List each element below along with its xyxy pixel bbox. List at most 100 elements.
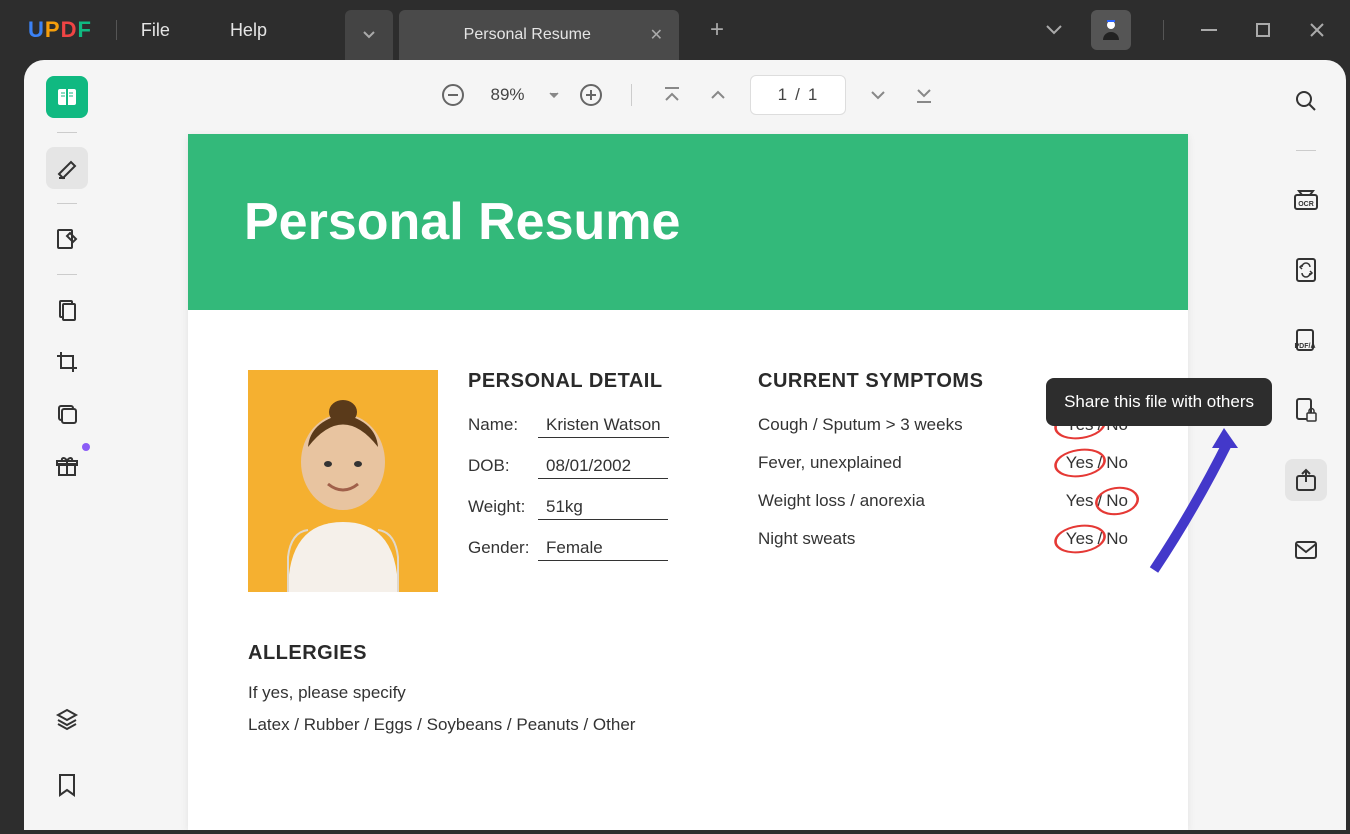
symptom-text: Cough / Sputum > 3 weeks [758,415,963,435]
search-button[interactable] [1285,80,1327,122]
personal-details: PERSONAL DETAIL Name: Kristen Watson DOB… [468,370,698,592]
doc-title: Personal Resume [244,192,680,252]
symptom-text: Weight loss / anorexia [758,491,925,511]
chevron-down-icon [549,92,559,98]
maximize-icon [1256,23,1270,37]
chevron-down-icon [869,89,887,101]
highlight-tool-button[interactable] [46,147,88,189]
yes-option[interactable]: Yes [1066,453,1094,473]
bookmark-button[interactable] [46,764,88,806]
user-avatar[interactable] [1091,10,1131,50]
avatar-icon [1099,18,1123,42]
left-sidebar [24,60,110,830]
ocr-icon: OCR [1293,189,1319,211]
reader-mode-button[interactable] [46,76,88,118]
protect-button[interactable] [1285,389,1327,431]
email-button[interactable] [1285,529,1327,571]
share-tooltip: Share this file with others [1046,378,1272,426]
window-minimize-button[interactable] [1196,17,1222,43]
allergies-heading: ALLERGIES [248,642,1128,665]
last-page-icon [915,86,933,104]
chevron-up-icon [709,89,727,101]
pdf-page: Personal Resume [188,134,1188,830]
separator [57,274,77,275]
no-option[interactable]: No [1106,529,1128,549]
menu-file[interactable]: File [141,20,170,41]
pen-paper-icon [55,227,79,251]
name-field[interactable]: Kristen Watson [538,415,669,438]
symptom-line: Weight loss / anorexiaYes / No [758,491,1128,511]
separator [57,132,77,133]
yes-option[interactable]: Yes [1066,529,1094,549]
symptom-line: Night sweats Yes / No [758,529,1128,549]
organize-pages-button[interactable] [46,289,88,331]
dob-field[interactable]: 08/01/2002 [538,456,668,479]
tab-close-button[interactable]: ✕ [650,25,663,45]
chevron-down-icon [1045,24,1063,36]
pdfa-button[interactable]: PDF/A [1285,319,1327,361]
watermark-button[interactable] [46,393,88,435]
tab-title: Personal Resume [415,26,640,44]
pdfa-icon: PDF/A [1293,328,1319,352]
pages-icon [55,298,79,322]
symptom-text: Night sweats [758,529,855,549]
edit-tool-button[interactable] [46,218,88,260]
first-page-button[interactable] [658,81,686,109]
separator [1296,150,1316,151]
gender-field[interactable]: Female [538,538,668,561]
zoom-in-button[interactable] [577,81,605,109]
next-page-button[interactable] [864,81,892,109]
no-option[interactable]: No [1106,491,1128,511]
weight-line: Weight: 51kg [468,497,698,520]
no-option[interactable]: No [1106,453,1128,473]
allergy-line-1: If yes, please specify [248,683,1128,703]
tab-active[interactable]: Personal Resume ✕ [399,10,679,60]
current-page: 1 [778,85,787,105]
symptom-yesno: Yes / No [1066,529,1128,549]
zoom-dropdown[interactable] [549,92,559,98]
share-button[interactable] [1285,459,1327,501]
minus-circle-icon [441,83,465,107]
stack-icon [55,707,79,731]
window-close-button[interactable] [1304,17,1330,43]
svg-text:PDF/A: PDF/A [1295,343,1316,350]
allergies: ALLERGIES If yes, please specify Latex /… [248,642,1128,735]
divider [116,20,117,40]
content: 89% 1 / 1 [110,60,1266,830]
window-maximize-button[interactable] [1250,17,1276,43]
svg-text:OCR: OCR [1298,201,1314,208]
layers-panel-button[interactable] [46,698,88,740]
toolbar: 89% 1 / 1 [110,60,1266,130]
minimize-icon [1201,29,1217,31]
name-line: Name: Kristen Watson [468,415,698,438]
ocr-button[interactable]: OCR [1285,179,1327,221]
tab-dropdown[interactable] [345,10,393,60]
share-icon [1295,468,1317,492]
chevron-down-icon [363,31,375,39]
symptom-text: Fever, unexplained [758,453,902,473]
crop-tool-button[interactable] [46,341,88,383]
pin-dropdown[interactable] [1045,24,1063,36]
page-number-input[interactable]: 1 / 1 [750,75,846,115]
menu-help[interactable]: Help [230,20,267,41]
convert-button[interactable] [1285,249,1327,291]
weight-field[interactable]: 51kg [538,497,668,520]
yes-option[interactable]: Yes [1066,491,1094,511]
right-sidebar: OCR PDF/A [1266,60,1346,830]
zoom-out-button[interactable] [439,81,467,109]
last-page-button[interactable] [910,81,938,109]
bookmark-icon [57,773,77,797]
gift-icon [55,454,79,478]
highlighter-icon [55,156,79,180]
total-pages: 1 [808,85,817,105]
left-sidebar-bottom [46,698,88,806]
first-page-icon [663,86,681,104]
tab-new-button[interactable]: + [697,10,737,50]
detail-row: PERSONAL DETAIL Name: Kristen Watson DOB… [248,370,1128,592]
tabs: Personal Resume ✕ + [345,0,737,60]
search-icon [1294,89,1318,113]
document-viewport[interactable]: Personal Resume [110,130,1266,830]
prev-page-button[interactable] [704,81,732,109]
rewards-button[interactable] [46,445,88,487]
gender-line: Gender: Female [468,538,698,561]
